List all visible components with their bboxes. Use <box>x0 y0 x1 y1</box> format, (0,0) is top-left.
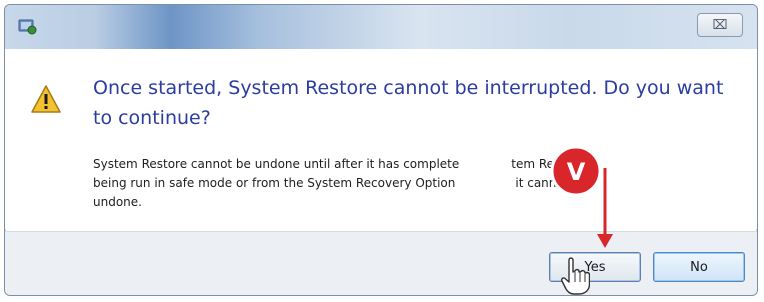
warning-icon <box>31 85 61 113</box>
dialog-content: Once started, System Restore cannot be i… <box>5 49 757 229</box>
main-instruction: Once started, System Restore cannot be i… <box>93 77 724 129</box>
button-bar: Yes No <box>5 231 757 295</box>
hand-cursor-icon <box>561 257 590 295</box>
content-line-2-start: being run in safe mode or from the Syste… <box>93 176 456 190</box>
system-restore-icon <box>18 19 37 35</box>
close-button[interactable]: ⌧ <box>697 13 743 37</box>
title-bar[interactable]: ⌧ <box>5 5 757 50</box>
content-line-1-start: System Restore cannot be undone until af… <box>93 157 460 171</box>
pointer-arrow <box>597 168 613 248</box>
step-marker-letter: V <box>567 158 586 186</box>
no-button[interactable]: No <box>653 252 745 282</box>
system-restore-dialog: ⌧ Once started, System Restore cannot be… <box>4 4 758 296</box>
close-icon: ⌧ <box>712 17 728 33</box>
